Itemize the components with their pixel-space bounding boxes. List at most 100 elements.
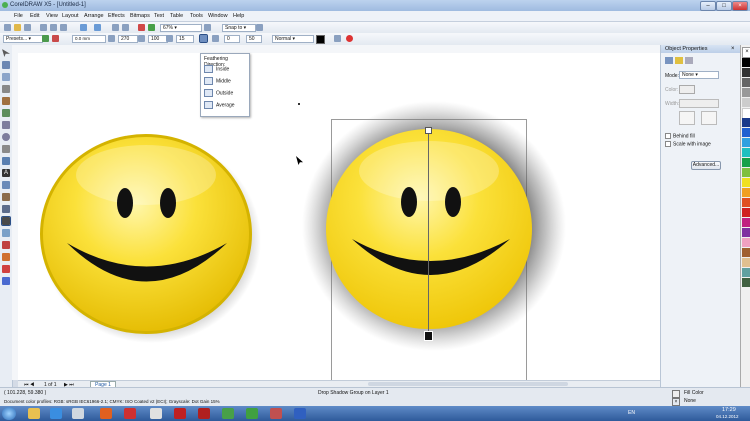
export-icon[interactable]	[122, 24, 129, 31]
explorer-taskbar-icon[interactable]	[28, 408, 40, 419]
table-tool-icon[interactable]	[2, 181, 10, 189]
basic-shapes-icon[interactable]	[2, 157, 10, 165]
zoom-levels-field[interactable]: 67% ▾	[160, 24, 202, 32]
minimize-button[interactable]: –	[700, 1, 716, 11]
menu-bitmaps[interactable]: Bitmaps	[130, 13, 150, 19]
shadow-angle-icon[interactable]	[108, 35, 115, 42]
close-button[interactable]: ×	[732, 1, 748, 11]
outline-tab-icon[interactable]	[665, 57, 673, 64]
color-profile-info[interactable]: Document color profiles: RGB: sRGB IEC61…	[4, 399, 220, 404]
snap-to-dropdown[interactable]: Snap to ▾	[222, 24, 256, 32]
swatch-gray-20[interactable]	[742, 98, 750, 107]
feathering-direction-icon[interactable]	[199, 34, 208, 43]
feather-inside-option[interactable]: Inside	[204, 65, 229, 73]
swatch-gray-80[interactable]	[742, 68, 750, 77]
swatch-purple[interactable]	[742, 228, 750, 237]
transparency-tool-icon[interactable]	[2, 229, 10, 237]
interactive-fill-icon[interactable]	[2, 277, 10, 285]
corner-box-2[interactable]	[701, 111, 717, 125]
redo-icon[interactable]	[94, 24, 101, 31]
import-icon[interactable]	[112, 24, 119, 31]
utorrent-taskbar-icon[interactable]	[222, 408, 234, 419]
shadow-opacity-icon[interactable]	[138, 35, 145, 42]
corel-taskbar-icon[interactable]	[270, 408, 282, 419]
open-icon[interactable]	[14, 24, 21, 31]
firefox-taskbar-icon[interactable]	[100, 408, 112, 419]
feathering-edges-icon[interactable]	[212, 35, 219, 42]
copy-icon[interactable]	[50, 24, 57, 31]
clear-shadow-icon[interactable]	[346, 35, 353, 42]
outline-status-icon[interactable]: ×	[672, 398, 680, 406]
transparency-tab-icon[interactable]	[685, 57, 693, 64]
fill-tab-icon[interactable]	[675, 57, 683, 64]
swatch-cyan[interactable]	[742, 148, 750, 157]
horizontal-scrollbar[interactable]	[368, 382, 568, 386]
polygon-tool-icon[interactable]	[2, 145, 10, 153]
swatch-brown[interactable]	[742, 248, 750, 257]
application-launcher-icon[interactable]	[138, 24, 145, 31]
zoom-tool-icon[interactable]	[2, 85, 10, 93]
yandex-taskbar-icon[interactable]	[124, 408, 136, 419]
feather-average-option[interactable]: Average	[204, 101, 235, 109]
dimension-tool-icon[interactable]	[2, 193, 10, 201]
delete-preset-icon[interactable]	[52, 35, 59, 42]
swatch-orange[interactable]	[742, 188, 750, 197]
presets-dropdown[interactable]: Presets... ▾	[3, 35, 43, 43]
swatch-red-orange[interactable]	[742, 198, 750, 207]
menu-help[interactable]: Help	[233, 13, 244, 19]
menu-effects[interactable]: Effects	[108, 13, 125, 19]
yandex-browser-taskbar-icon[interactable]	[174, 408, 186, 419]
menu-text[interactable]: Text	[154, 13, 164, 19]
advanced-button[interactable]: Advanced...	[691, 161, 721, 170]
feather-middle-option[interactable]: Middle	[204, 77, 231, 85]
swatch-tan[interactable]	[742, 258, 750, 267]
freehand-tool-icon[interactable]	[2, 97, 10, 105]
swatch-gray-60[interactable]	[742, 78, 750, 87]
shadow-offset-x[interactable]: 0.0 mm	[72, 35, 106, 43]
clock-time[interactable]: 17:29	[722, 407, 736, 413]
drop-shadow-tool-icon[interactable]	[1, 216, 11, 226]
docker-close-icon[interactable]: ×	[731, 46, 737, 52]
shadow-opacity-field[interactable]: 100	[148, 35, 168, 43]
shadow-feathering-icon[interactable]	[166, 35, 173, 42]
maximize-button[interactable]: □	[716, 1, 732, 11]
smart-fill-icon[interactable]	[2, 109, 10, 117]
behind-fill-checkbox[interactable]	[665, 133, 671, 139]
shadow-angle-field[interactable]: 270	[118, 35, 138, 43]
smiley-face-right[interactable]	[300, 99, 568, 353]
scale-with-image-checkbox[interactable]	[665, 141, 671, 147]
transparency-operation-dropdown[interactable]: Normal ▾	[272, 35, 314, 43]
paste-icon[interactable]	[60, 24, 67, 31]
chrome-taskbar-icon[interactable]	[246, 408, 258, 419]
media-taskbar-icon[interactable]	[198, 408, 210, 419]
shadow-fade-field[interactable]: 0	[224, 35, 240, 43]
shadow-stretch-field[interactable]: 50	[246, 35, 262, 43]
ellipse-tool-icon[interactable]	[2, 133, 10, 141]
swatch-green[interactable]	[742, 158, 750, 167]
scale-with-image-option[interactable]: Scale with image	[665, 141, 711, 147]
no-color-swatch[interactable]: ×	[742, 47, 750, 58]
swatch-gray-40[interactable]	[742, 88, 750, 97]
ie-taskbar-icon[interactable]	[50, 408, 62, 419]
shadow-end-handle[interactable]	[424, 331, 433, 341]
shape-tool-icon[interactable]	[2, 61, 10, 69]
feather-outside-option[interactable]: Outside	[204, 89, 233, 97]
text-tool-icon[interactable]: A	[2, 169, 10, 177]
undo-icon[interactable]	[80, 24, 87, 31]
pick-tool-icon[interactable]	[2, 49, 10, 57]
color-picker[interactable]	[679, 85, 695, 94]
connector-tool-icon[interactable]	[2, 205, 10, 213]
swatch-sky[interactable]	[742, 138, 750, 147]
menu-layout[interactable]: Layout	[62, 13, 79, 19]
shadow-color-swatch[interactable]	[316, 35, 325, 44]
window-taskbar-icon[interactable]	[72, 408, 84, 419]
corner-box-1[interactable]	[679, 111, 695, 125]
swatch-olive[interactable]	[742, 278, 750, 287]
crop-tool-icon[interactable]	[2, 73, 10, 81]
shadow-feathering-field[interactable]: 15	[176, 35, 194, 43]
swatch-black[interactable]	[742, 58, 750, 67]
swatch-pink[interactable]	[742, 238, 750, 247]
rectangle-tool-icon[interactable]	[2, 121, 10, 129]
full-screen-icon[interactable]	[204, 24, 211, 31]
save-icon[interactable]	[24, 24, 31, 31]
